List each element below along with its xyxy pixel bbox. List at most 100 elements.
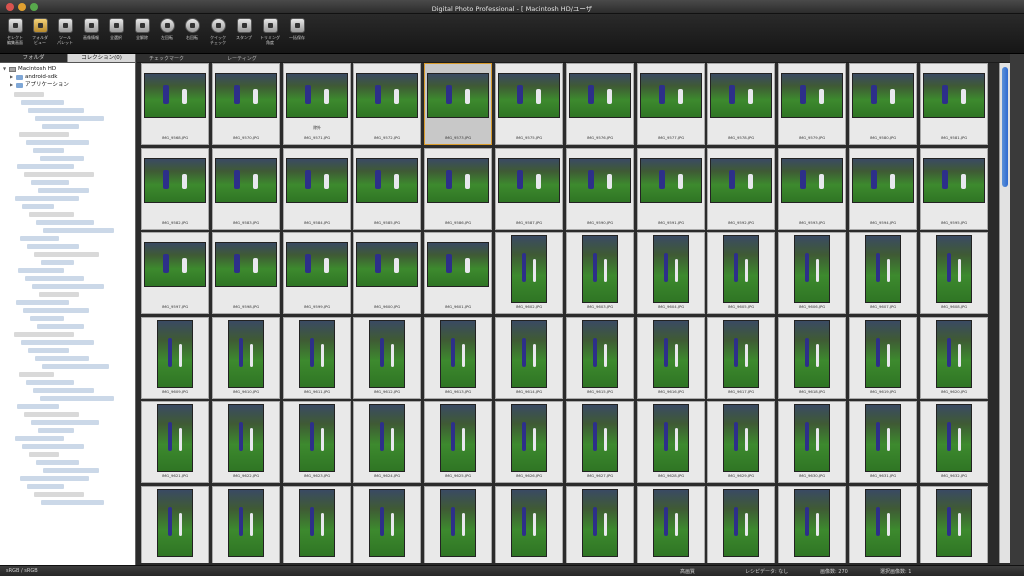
toolbar-button-5[interactable]: 全解除 — [130, 18, 154, 40]
toolbar-button-1[interactable]: フォルダ ビュー — [28, 18, 52, 45]
thumbnail[interactable]: IMG_9622.JPG — [212, 401, 280, 483]
check-mark-filter[interactable]: チェックマーク — [149, 55, 184, 62]
thumbnail[interactable]: IMG_9572.JPG — [353, 63, 421, 145]
thumbnail[interactable]: IMG_9625.JPG — [424, 401, 492, 483]
photo-preview — [852, 158, 914, 203]
thumbnail[interactable]: IMG_9599.JPG — [283, 232, 351, 314]
thumbnail[interactable]: IMG_9590.JPG — [566, 148, 634, 230]
tab-folder[interactable]: フォルダ — [0, 54, 67, 62]
thumbnail[interactable]: IMG_9591.JPG — [637, 148, 705, 230]
photo-preview — [427, 158, 489, 203]
thumbnail[interactable] — [212, 486, 280, 563]
thumbnail[interactable]: IMG_9628.JPG — [637, 401, 705, 483]
thumbnail[interactable]: IMG_9615.JPG — [566, 317, 634, 399]
toolbar-button-6[interactable]: 左回転 — [155, 18, 179, 40]
thumbnail[interactable]: IMG_9603.JPG — [566, 232, 634, 314]
toolbar-button-9[interactable]: スタンプ — [232, 18, 256, 40]
rating-filter[interactable]: レーティング — [227, 55, 257, 62]
thumbnail[interactable]: IMG_9597.JPG — [141, 232, 209, 314]
thumbnail[interactable]: IMG_9624.JPG — [353, 401, 421, 483]
thumbnail[interactable]: IMG_9608.JPG — [920, 232, 988, 314]
thumbnail[interactable]: IMG_9583.JPG — [212, 148, 280, 230]
toolbar-button-7[interactable]: 右回転 — [180, 18, 204, 40]
redacted-tree-item — [29, 212, 74, 217]
thumbnail[interactable]: IMG_9607.JPG — [849, 232, 917, 314]
thumbnail[interactable]: IMG_9579.JPG — [778, 63, 846, 145]
thumbnail[interactable]: IMG_9620.JPG — [920, 317, 988, 399]
thumbnail[interactable] — [920, 486, 988, 563]
thumbnail[interactable]: IMG_9632.JPG — [920, 401, 988, 483]
thumbnail[interactable]: IMG_9594.JPG — [849, 148, 917, 230]
thumbnail[interactable]: IMG_9609.JPG — [141, 317, 209, 399]
thumbnail[interactable]: IMG_9606.JPG — [778, 232, 846, 314]
thumbnail[interactable]: IMG_9573.JPG — [424, 63, 492, 145]
thumbnail[interactable]: IMG_9581.JPG — [920, 63, 988, 145]
thumbnail[interactable] — [637, 486, 705, 563]
thumbnail[interactable] — [495, 486, 563, 563]
thumbnail[interactable]: IMG_9630.JPG — [778, 401, 846, 483]
toolbar-button-8[interactable]: クイック チェック — [206, 18, 230, 45]
thumbnail[interactable]: IMG_9627.JPG — [566, 401, 634, 483]
thumbnail[interactable]: IMG_9568.JPG — [141, 63, 209, 145]
thumbnail[interactable] — [424, 486, 492, 563]
thumbnail[interactable]: IMG_9611.JPG — [283, 317, 351, 399]
tree-item[interactable]: ▶ android-sdk — [3, 73, 135, 81]
thumbnail[interactable]: IMG_9580.JPG — [849, 63, 917, 145]
thumbnail[interactable]: IMG_9619.JPG — [849, 317, 917, 399]
thumbnail[interactable]: IMG_9618.JPG — [778, 317, 846, 399]
thumbnail[interactable]: IMG_9602.JPG — [495, 232, 563, 314]
thumbnail[interactable]: IMG_9601.JPG — [424, 232, 492, 314]
thumbnail[interactable]: IMG_9613.JPG — [424, 317, 492, 399]
thumbnail[interactable] — [353, 486, 421, 563]
toolbar-button-0[interactable]: セレクト 編集画面 — [3, 18, 27, 45]
scrollbar-thumb[interactable] — [1002, 67, 1008, 187]
thumbnail[interactable]: IMG_9610.JPG — [212, 317, 280, 399]
tree-item[interactable]: ▼ Macintosh HD — [3, 65, 135, 73]
thumbnail[interactable] — [283, 486, 351, 563]
thumbnail[interactable]: IMG_9623.JPG — [283, 401, 351, 483]
thumbnail[interactable]: IMG_9598.JPG — [212, 232, 280, 314]
redacted-tree-item — [18, 268, 64, 273]
vertical-scrollbar[interactable] — [999, 63, 1010, 563]
toolbar-button-10[interactable]: トリミング 角度 — [258, 18, 282, 45]
toolbar-button-11[interactable]: 一括保存 — [285, 18, 309, 40]
thumbnail[interactable]: IMG_9584.JPG — [283, 148, 351, 230]
thumbnail[interactable]: IMG_9578.JPG — [707, 63, 775, 145]
thumbnail[interactable] — [707, 486, 775, 563]
thumbnail[interactable]: IMG_9614.JPG — [495, 317, 563, 399]
window-title: Digital Photo Professional - [ Macintosh… — [431, 5, 593, 13]
thumbnail[interactable]: IMG_9617.JPG — [707, 317, 775, 399]
thumbnail[interactable]: IMG_9629.JPG — [707, 401, 775, 483]
thumbnail[interactable]: IMG_9605.JPG — [707, 232, 775, 314]
toolbar-button-4[interactable]: 全選択 — [104, 18, 128, 40]
thumbnail[interactable]: IMG_9600.JPG — [353, 232, 421, 314]
thumbnail[interactable]: IMG_9616.JPG — [637, 317, 705, 399]
thumbnail[interactable]: IMG_9626.JPG — [495, 401, 563, 483]
toolbar-button-2[interactable]: ツール パレット — [53, 18, 77, 45]
thumbnail[interactable] — [849, 486, 917, 563]
thumbnail[interactable]: 除外 IMG_9571.JPG — [283, 63, 351, 145]
thumbnail[interactable]: IMG_9592.JPG — [707, 148, 775, 230]
thumbnail[interactable]: IMG_9575.JPG — [495, 63, 563, 145]
photo-preview — [215, 242, 277, 287]
thumbnail[interactable]: IMG_9576.JPG — [566, 63, 634, 145]
toolbar-button-3[interactable]: 画像情報 — [79, 18, 103, 40]
thumbnail[interactable]: IMG_9612.JPG — [353, 317, 421, 399]
thumbnail[interactable]: IMG_9621.JPG — [141, 401, 209, 483]
photo-preview — [157, 320, 193, 388]
thumbnail[interactable]: IMG_9604.JPG — [637, 232, 705, 314]
thumbnail[interactable]: IMG_9585.JPG — [353, 148, 421, 230]
thumbnail[interactable] — [141, 486, 209, 563]
thumbnail[interactable]: IMG_9631.JPG — [849, 401, 917, 483]
thumbnail[interactable] — [778, 486, 846, 563]
thumbnail[interactable]: IMG_9570.JPG — [212, 63, 280, 145]
tab-collection[interactable]: コレクション(0) — [67, 54, 135, 62]
thumbnail[interactable]: IMG_9577.JPG — [637, 63, 705, 145]
tree-item[interactable]: ▶ アプリケーション — [3, 81, 135, 89]
thumbnail[interactable]: IMG_9586.JPG — [424, 148, 492, 230]
thumbnail[interactable]: IMG_9582.JPG — [141, 148, 209, 230]
thumbnail[interactable]: IMG_9595.JPG — [920, 148, 988, 230]
thumbnail[interactable]: IMG_9593.JPG — [778, 148, 846, 230]
thumbnail[interactable] — [566, 486, 634, 563]
thumbnail[interactable]: IMG_9587.JPG — [495, 148, 563, 230]
